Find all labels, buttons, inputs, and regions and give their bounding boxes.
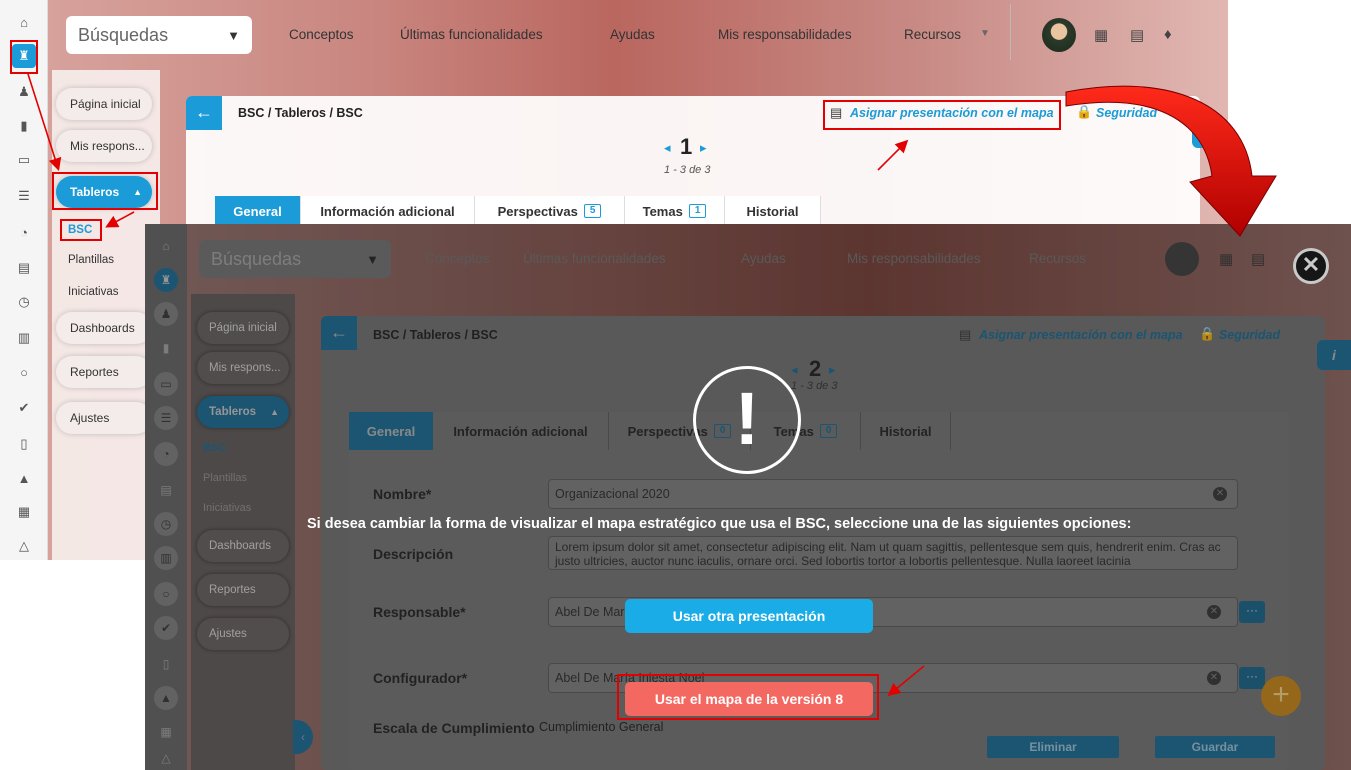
annotation-overlay <box>887 85 1277 697</box>
big-curved-arrow <box>1065 85 1277 237</box>
arrow-to-version8 <box>887 665 925 697</box>
